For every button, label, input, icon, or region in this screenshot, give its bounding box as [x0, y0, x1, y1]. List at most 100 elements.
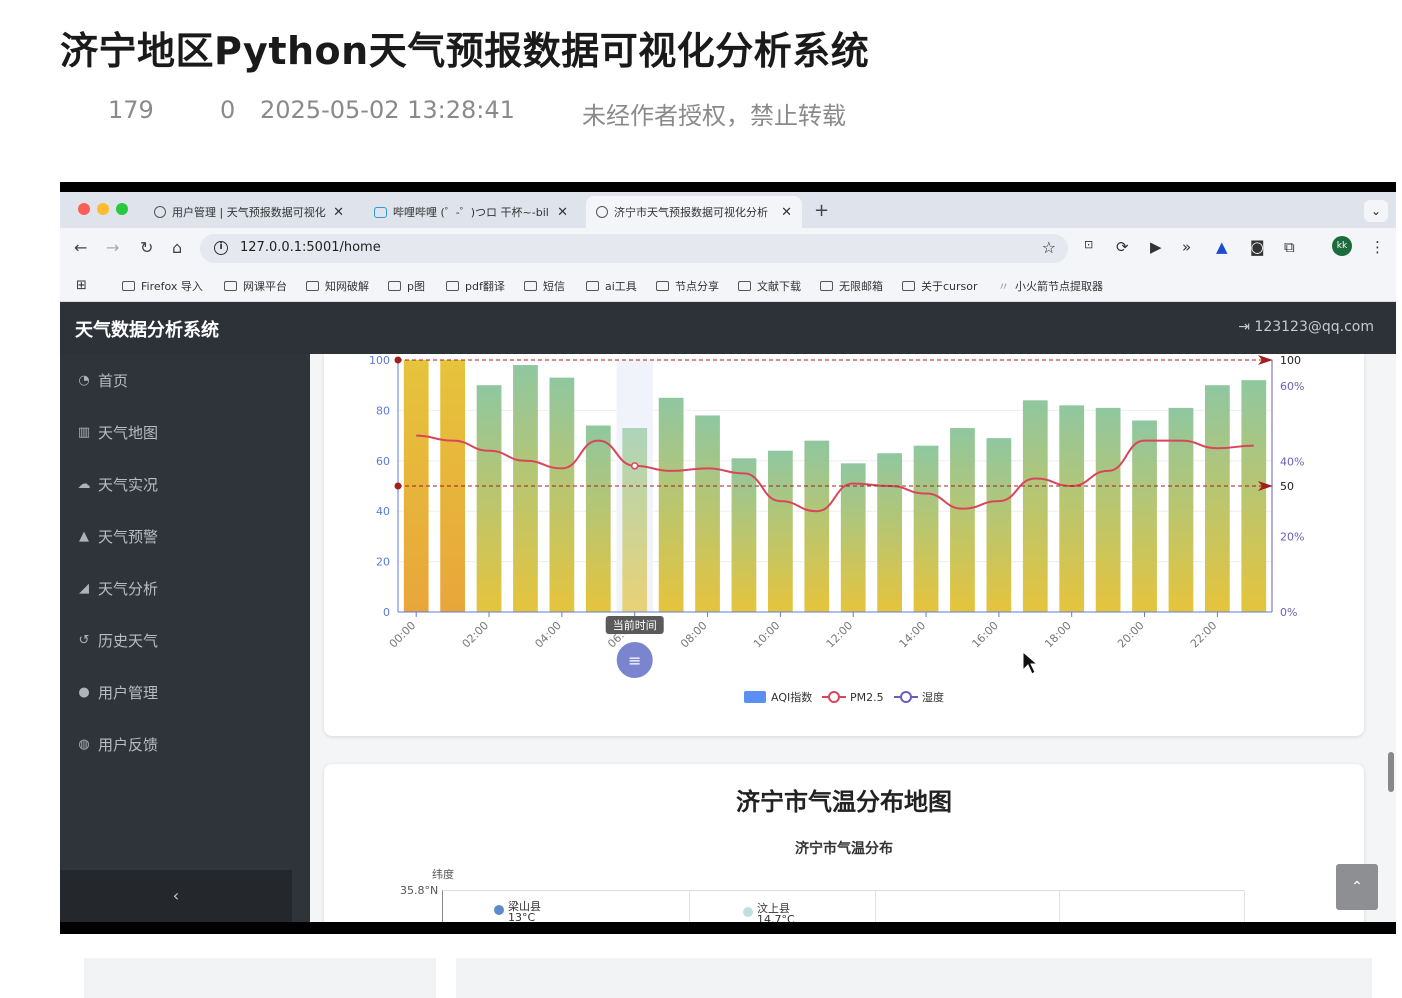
folder-icon: [446, 281, 459, 291]
sidebar-item-history[interactable]: ↺ 历史天气: [76, 630, 158, 651]
related-card-left: [84, 958, 436, 998]
translate-icon[interactable]: ⊡: [1084, 238, 1093, 251]
bookmark-item[interactable]: ai工具: [586, 278, 637, 294]
extensions-puzzle-icon[interactable]: ⧉: [1284, 238, 1295, 256]
aqi-bar: [731, 458, 757, 612]
city-marker-wenshang[interactable]: 汶上县 14.7°C: [743, 903, 795, 922]
link-icon: 〃: [998, 280, 1009, 293]
mark-line-start: [394, 356, 402, 364]
page-scrollbar[interactable]: [1388, 752, 1394, 792]
main-content: 0 20 40 60 80 100 0% 20% 40% 60% 100 50 00:00 02:00 04…: [310, 354, 1396, 922]
legend-label-humidity: 湿度: [922, 690, 944, 704]
tab-user-management[interactable]: 用户管理 | 天气预报数据可视化 ✕: [144, 196, 354, 228]
sidebar-item-weather-map[interactable]: ▥ 天气地图: [76, 422, 158, 443]
map-plot-area: 梁山县 13°C 汶上县 14.7°C: [442, 890, 1245, 922]
double-arrow-icon[interactable]: »: [1182, 238, 1191, 256]
warning-icon: ▲: [79, 529, 89, 544]
extension-a-icon[interactable]: ▲: [1216, 238, 1228, 256]
map-y-axis-label: 纬度: [432, 868, 454, 881]
sidebar: ◔ 首页 ▥ 天气地图 ☁ 天气实况 ▲ 天气预警 ◢ 天气分析 ↺ 历史天气 ● 用户管理 …: [60, 354, 310, 922]
folder-icon: [224, 281, 237, 291]
folder-icon: [656, 281, 669, 291]
minimize-window-button[interactable]: [97, 203, 109, 215]
tab-weather-analysis[interactable]: 济宁市天气预报数据可视化分析 ✕: [586, 196, 802, 228]
forward-icon[interactable]: →: [106, 238, 119, 257]
bookmark-item[interactable]: 〃小火箭节点提取器: [998, 278, 1103, 294]
maximize-window-button[interactable]: [116, 203, 128, 215]
mark-line-label: 100: [1280, 354, 1301, 367]
site-info-icon[interactable]: i: [214, 241, 228, 255]
menu-lines-icon: ≡: [628, 651, 641, 670]
legend-label-pm25: PM2.5: [850, 691, 884, 704]
sidebar-item-weather-live[interactable]: ☁ 天气实况: [76, 474, 159, 495]
grid-line: [689, 891, 690, 922]
home-icon[interactable]: ⌂: [172, 238, 182, 257]
legend-label-aqi: AQI指数: [771, 690, 812, 704]
y-right-tick-label: 0%: [1280, 606, 1297, 619]
y-right-tick-label: 20%: [1280, 531, 1304, 544]
bookmark-item[interactable]: 文献下载: [738, 278, 801, 294]
bookmark-item[interactable]: Firefox 导入: [122, 278, 203, 294]
tab-label: 济宁市天气预报数据可视化分析: [614, 206, 768, 219]
aqi-bar: [986, 438, 1012, 612]
bookmark-item[interactable]: 网课平台: [224, 278, 287, 294]
reload-icon[interactable]: ↻: [140, 238, 153, 257]
bookmark-item[interactable]: 无限邮箱: [820, 278, 883, 294]
browser-menu-icon[interactable]: ⋮: [1370, 238, 1385, 256]
play-icon[interactable]: ▶: [1150, 238, 1162, 256]
area-chart-icon: ◢: [79, 581, 89, 596]
y-right-tick-label: 40%: [1280, 455, 1304, 468]
bookmark-item[interactable]: 短信: [524, 278, 565, 294]
tab-bar: 用户管理 | 天气预报数据可视化 ✕ 哔哩哔哩 (゜-゜)つロ 干杯~-bil …: [60, 192, 1396, 228]
aqi-bar: [1095, 407, 1121, 612]
city-dot: [743, 907, 753, 917]
x-tick-label: 22:00: [1188, 619, 1220, 651]
tab-list-dropdown[interactable]: ⌄: [1364, 200, 1388, 222]
bookmark-item[interactable]: 知网破解: [306, 278, 369, 294]
tab-bilibili[interactable]: 哔哩哔哩 (゜-゜)つロ 干杯~-bil ✕: [364, 196, 578, 228]
temperature-map-card: 济宁市气温分布地图 济宁市气温分布 纬度 35.8°N 梁山县 13°C 汶上县…: [324, 764, 1364, 922]
folder-icon: [306, 281, 319, 291]
address-bar[interactable]: i 127.0.0.1:5001/home ☆: [200, 234, 1068, 263]
legend-dot-humidity: [900, 691, 912, 703]
sidebar-item-feedback[interactable]: ◍ 用户反馈: [76, 734, 158, 755]
bookmark-star-icon[interactable]: ☆: [1042, 238, 1056, 257]
related-card-right: [456, 958, 1372, 998]
video-player[interactable]: 用户管理 | 天气预报数据可视化 ✕ 哔哩哔哩 (゜-゜)つロ 干杯~-bil …: [60, 182, 1396, 934]
extension-b-icon[interactable]: ◙: [1250, 238, 1265, 256]
close-tab-icon[interactable]: ✕: [557, 205, 568, 220]
pm25-point: [630, 462, 639, 470]
close-tab-icon[interactable]: ✕: [781, 205, 792, 220]
aqi-chart-card: 0 20 40 60 80 100 0% 20% 40% 60% 100 50 00:00 02:00 04…: [324, 354, 1364, 736]
apps-grid-icon[interactable]: ⊞: [76, 278, 87, 293]
logged-in-user[interactable]: ⇥ 123123@qq.com: [1238, 319, 1374, 335]
sync-icon[interactable]: ⟳: [1116, 238, 1129, 256]
aqi-bar: [1132, 420, 1157, 612]
bookmark-item[interactable]: p图: [388, 278, 425, 294]
scroll-to-top-button[interactable]: ⌃: [1336, 864, 1378, 910]
x-tick-label: 12:00: [824, 619, 856, 651]
city-marker-liangshan[interactable]: 梁山县 13°C: [494, 901, 541, 922]
mouse-cursor-icon: [1022, 650, 1039, 675]
close-window-button[interactable]: [78, 203, 90, 215]
close-tab-icon[interactable]: ✕: [333, 205, 344, 220]
sidebar-item-user-management[interactable]: ● 用户管理: [76, 682, 158, 703]
sidebar-item-weather-analysis[interactable]: ◢ 天气分析: [76, 578, 158, 599]
profile-avatar[interactable]: kk: [1332, 236, 1352, 256]
new-tab-button[interactable]: +: [814, 200, 829, 221]
folder-icon: [524, 281, 537, 291]
sidebar-item-home[interactable]: ◔ 首页: [76, 370, 128, 391]
bookmark-item[interactable]: 关于cursor: [902, 278, 978, 294]
bookmark-item[interactable]: 节点分享: [656, 278, 719, 294]
sidebar-collapse-button[interactable]: ‹: [60, 870, 292, 922]
x-tick-label: 14:00: [897, 619, 929, 651]
danmaku-count: 0: [220, 96, 236, 124]
grid-line: [875, 891, 876, 922]
sidebar-item-weather-alert[interactable]: ▲ 天气预警: [76, 526, 158, 547]
url-text: 127.0.0.1:5001/home: [240, 240, 381, 255]
back-icon[interactable]: ←: [74, 238, 87, 257]
address-toolbar: ← → ↻ ⌂ i 127.0.0.1:5001/home ☆ ⊡ ⟳ ▶ » …: [60, 228, 1396, 268]
bookmark-item[interactable]: pdf翻译: [446, 278, 505, 294]
app-header: 天气数据分析系统 ⇥ 123123@qq.com: [60, 302, 1396, 354]
grid-line: [1059, 891, 1060, 922]
